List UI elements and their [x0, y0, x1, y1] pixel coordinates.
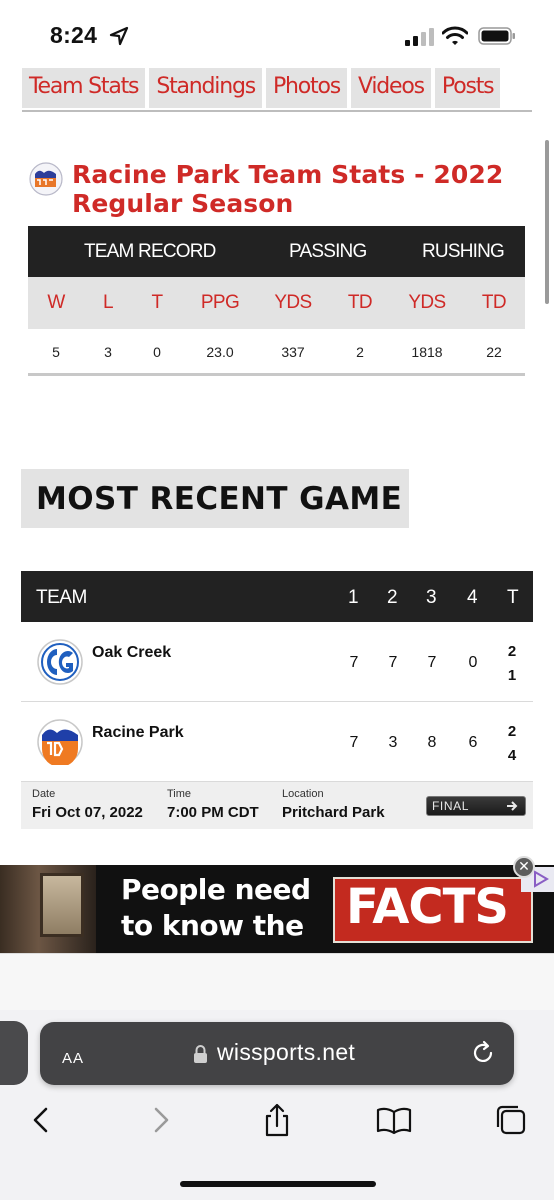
oak-creek-logo[interactable]: [37, 639, 83, 685]
ad-facts-text: FACTS: [346, 879, 509, 935]
game-info-footer: Date Fri Oct 07, 2022 Time 7:00 PM CDT L…: [21, 782, 533, 829]
scrollbar[interactable]: [545, 140, 549, 304]
text-size-label: AA: [62, 1050, 85, 1067]
col-w: W: [47, 292, 65, 313]
scoreboard: TEAM 1 2 3 4 T Oak Creek 7 7 7 0 21 Raci…: [21, 571, 533, 782]
stats-values-row: 5 3 0 23.0 337 2 1818 22: [28, 329, 525, 377]
scoreboard-header: TEAM 1 2 3 4 T: [21, 571, 533, 622]
racine-park-team-logo[interactable]: [37, 719, 83, 765]
ad-line2: to know the: [121, 909, 304, 942]
col-rush-td: TD: [481, 292, 507, 313]
share-icon[interactable]: [259, 1102, 295, 1138]
tab-standings[interactable]: Standings: [149, 68, 262, 108]
forward-icon[interactable]: [143, 1102, 179, 1138]
location-label: Location: [282, 788, 324, 800]
total-score: 21: [507, 643, 517, 684]
tab-posts[interactable]: Posts: [434, 68, 501, 108]
stats-column-header: W L T PPG YDS TD YDS TD: [28, 277, 525, 329]
team-stats-table: TEAM RECORD PASSING RUSHING W L T PPG YD…: [28, 226, 525, 377]
time-label: Time: [167, 788, 192, 800]
stat-rush-yds: 1818: [411, 344, 443, 360]
q1-header: 1: [348, 587, 359, 608]
ad-photo-window: [40, 873, 84, 937]
team-name[interactable]: Racine Park: [92, 724, 184, 742]
status-time: 8:24: [50, 22, 98, 48]
scoreboard-row-oak-creek[interactable]: Oak Creek 7 7 7 0 21: [21, 622, 533, 702]
back-icon[interactable]: [23, 1102, 59, 1138]
racine-park-logo[interactable]: [29, 162, 63, 196]
q3-header: 3: [426, 587, 437, 608]
ad-banner[interactable]: People need to know the FACTS: [0, 865, 554, 953]
ad-line1: People need: [121, 873, 311, 906]
q1-score: 7: [349, 654, 359, 671]
url-text[interactable]: wissports.net: [217, 1039, 355, 1066]
status-bar: 8:24: [0, 0, 554, 62]
col-rush-yds: YDS: [408, 292, 446, 313]
stats-group-header: TEAM RECORD PASSING RUSHING: [28, 226, 525, 277]
team-stats-title: Racine Park Team Stats - 2022 Regular Se…: [72, 160, 504, 218]
q2-score: 7: [388, 654, 398, 671]
game-date: Fri Oct 07, 2022: [32, 804, 143, 821]
col-pass-yds: YDS: [274, 292, 312, 313]
wifi-icon: [442, 26, 468, 45]
section-tabs: Team Stats Standings Photos Videos Posts: [22, 68, 501, 108]
stat-w: 5: [52, 344, 60, 360]
stat-ppg: 23.0: [206, 344, 234, 360]
stat-rush-td: 22: [486, 344, 502, 360]
scoreboard-row-racine-park[interactable]: Racine Park 7 3 8 6 24: [21, 702, 533, 782]
q3-score: 8: [427, 734, 437, 751]
battery-icon: [478, 27, 515, 45]
total-header: T: [507, 587, 519, 608]
ad-photo: [0, 865, 96, 953]
game-time: 7:00 PM CDT: [167, 804, 259, 821]
arrow-right-icon: [507, 801, 518, 811]
q4-score: 6: [468, 734, 478, 751]
q2-header: 2: [387, 587, 398, 608]
tab-photos[interactable]: Photos: [265, 68, 348, 108]
date-label: Date: [32, 788, 56, 800]
home-indicator[interactable]: [180, 1181, 376, 1187]
q2-score: 3: [388, 734, 398, 751]
col-l: L: [103, 292, 114, 313]
stat-pass-yds: 337: [281, 344, 305, 360]
rushing-header: RUSHING: [422, 241, 505, 262]
team-col-header: TEAM: [36, 587, 87, 608]
ad-close-button[interactable]: ✕: [513, 856, 535, 878]
final-button[interactable]: FINAL: [426, 796, 526, 816]
stat-pass-td: 2: [356, 344, 364, 360]
q4-score: 0: [468, 654, 478, 671]
total-score: 24: [507, 723, 517, 764]
team-name[interactable]: Oak Creek: [92, 644, 171, 662]
q3-score: 7: [427, 654, 437, 671]
location-arrow-icon: [109, 26, 129, 46]
q1-score: 7: [349, 734, 359, 751]
final-label: FINAL: [432, 799, 470, 813]
text-size-button[interactable]: AA: [62, 1043, 84, 1069]
tab-videos[interactable]: Videos: [351, 68, 431, 108]
tabs-icon[interactable]: [493, 1102, 529, 1138]
tabs-divider: [22, 110, 532, 112]
stats-divider: [28, 373, 525, 376]
col-pass-td: TD: [347, 292, 373, 313]
signal-icon: [405, 28, 434, 46]
most-recent-game-title: MOST RECENT GAME: [36, 481, 403, 517]
col-ppg: PPG: [200, 292, 240, 313]
ad-placeholder-area: [0, 953, 554, 1013]
tab-team-stats[interactable]: Team Stats: [22, 68, 146, 108]
previous-tab-preview[interactable]: [0, 1021, 28, 1085]
q4-header: 4: [467, 587, 478, 608]
stat-t: 0: [153, 344, 161, 360]
stat-l: 3: [104, 344, 112, 360]
bookmarks-icon[interactable]: [376, 1102, 412, 1138]
game-location: Pritchard Park: [282, 804, 385, 821]
col-t: T: [151, 292, 163, 313]
team-record-header: TEAM RECORD: [84, 241, 216, 262]
lock-icon: [194, 1045, 207, 1063]
passing-header: PASSING: [289, 241, 367, 262]
reload-icon[interactable]: [470, 1040, 496, 1066]
